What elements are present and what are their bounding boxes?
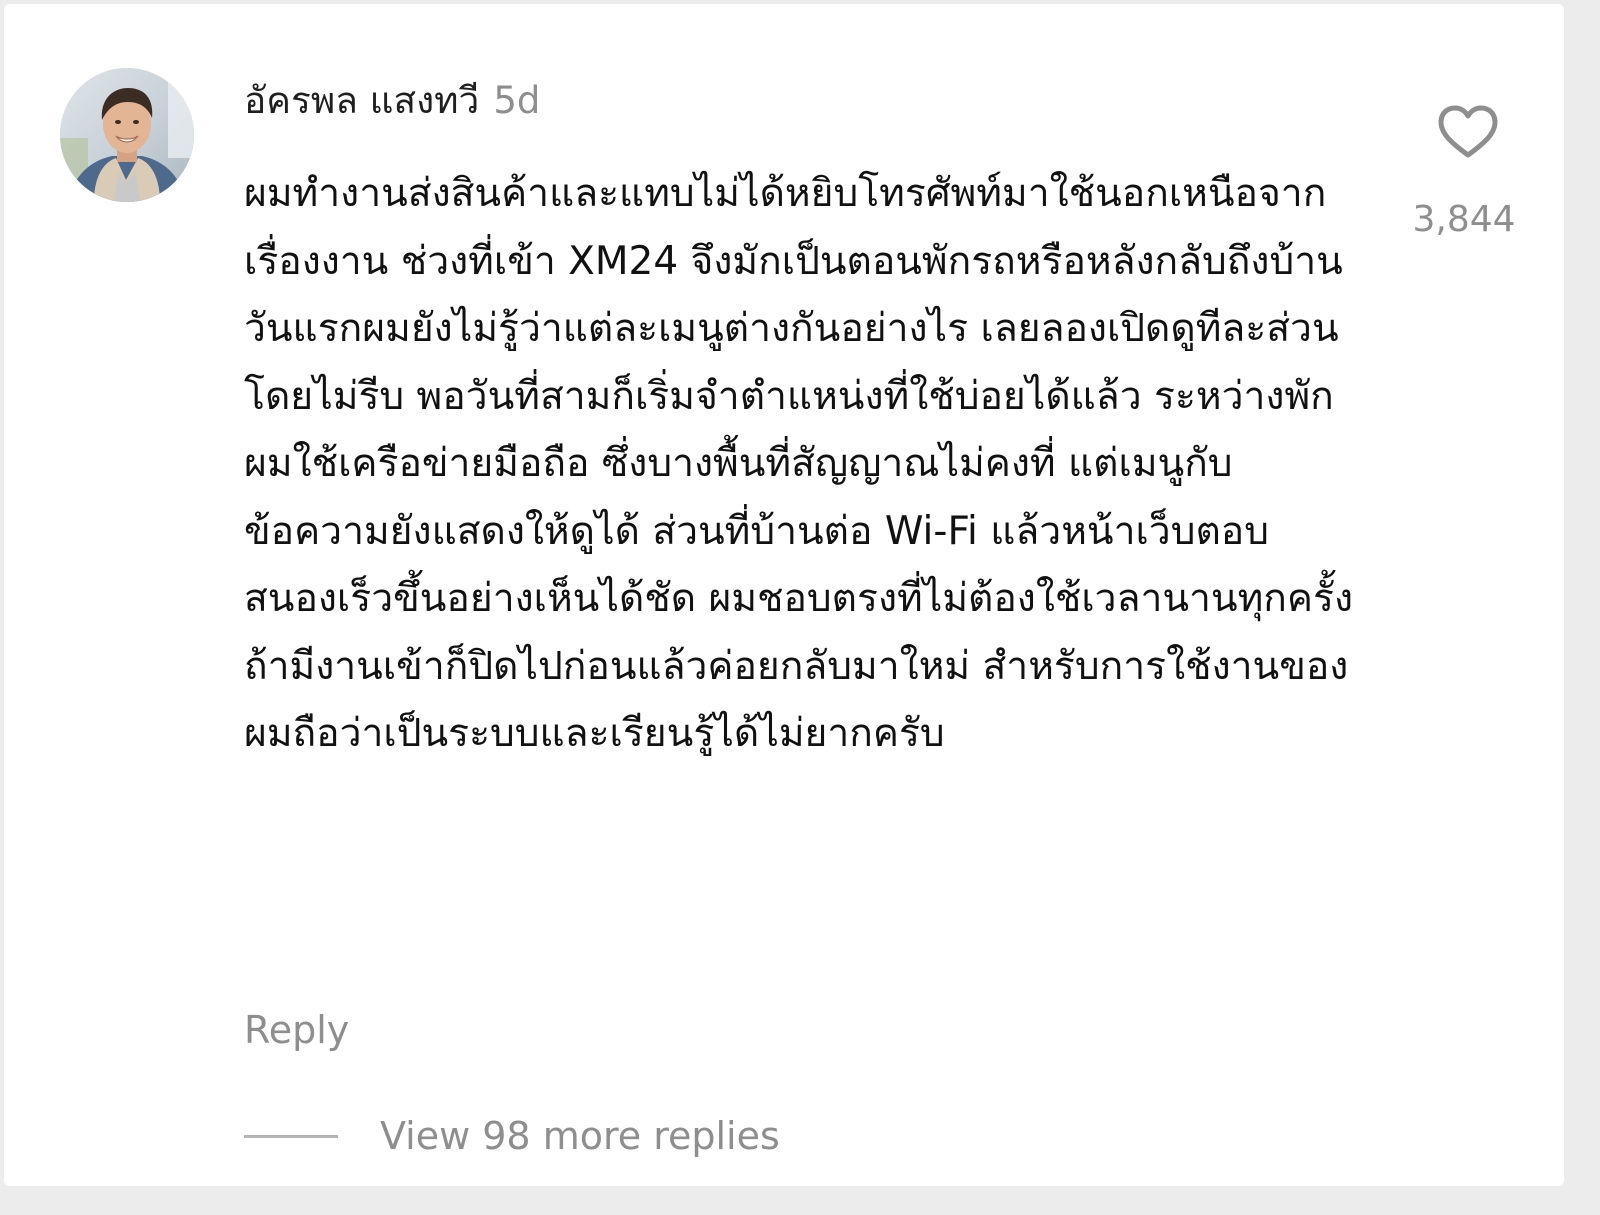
view-more-replies-button[interactable]: View 98 more replies [244, 1110, 780, 1162]
comment-header: อัครพล แสงทวี 5d [244, 78, 540, 124]
heart-outline-icon [1438, 105, 1498, 158]
like-count: 3,844 [1412, 199, 1516, 240]
comment-timestamp: 5d [493, 79, 541, 122]
user-avatar[interactable] [60, 68, 194, 202]
reply-button[interactable]: Reply [244, 1006, 349, 1054]
like-button[interactable] [1428, 100, 1508, 162]
divider-line [244, 1134, 338, 1138]
comment-card: อัครพล แสงทวี 5d ผมทำงานส่งสินค้าและแทบไม… [4, 4, 1564, 1186]
avatar-photo [60, 68, 194, 202]
username[interactable]: อัครพล แสงทวี [244, 79, 479, 122]
view-more-replies-label: View 98 more replies [380, 1114, 780, 1158]
comment-text: ผมทำงานส่งสินค้าและแทบไม่ได้หยิบโทรศัพท์… [244, 171, 1353, 756]
